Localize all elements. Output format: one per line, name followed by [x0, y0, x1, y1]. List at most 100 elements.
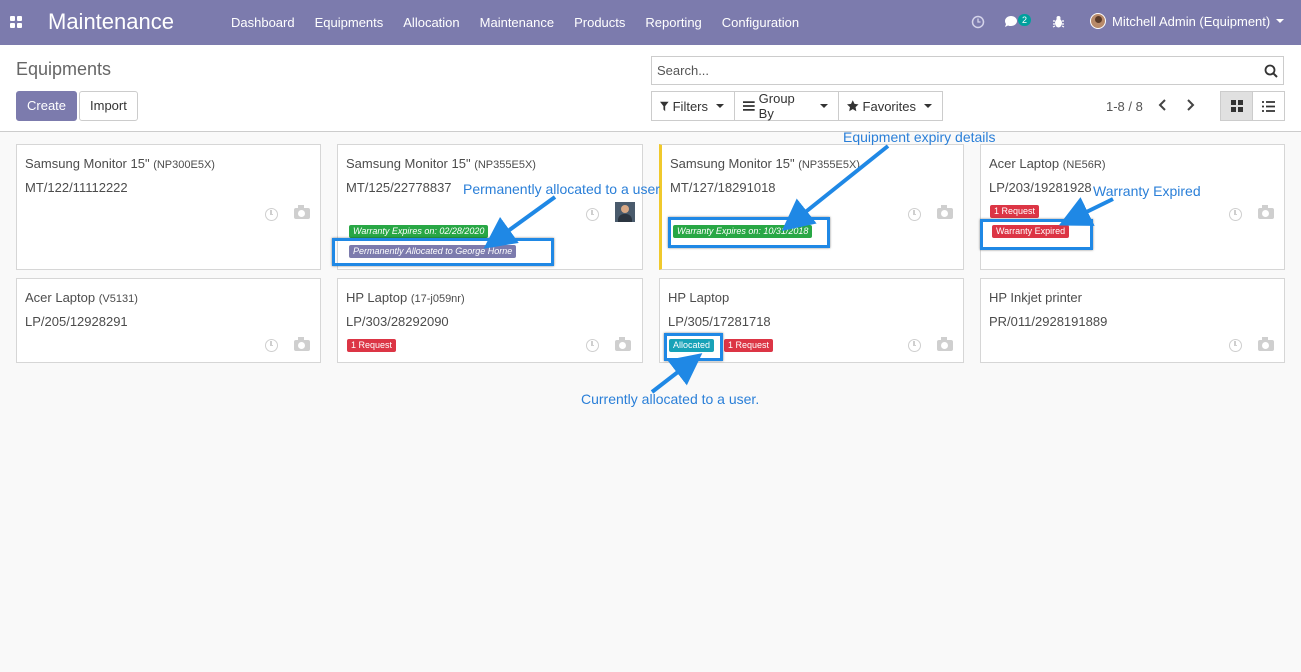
activity-clock-icon[interactable]	[586, 339, 599, 352]
camera-icon	[937, 205, 953, 219]
list-icon	[1262, 100, 1275, 112]
user-avatar	[1090, 13, 1106, 29]
equipment-card[interactable]: Acer Laptop (NE56R) LP/203/19281928 1 Re…	[980, 144, 1285, 270]
equipment-serial: LP/303/28292090	[346, 314, 449, 329]
request-count-tag: 1 Request	[724, 339, 774, 352]
groupby-label: Group By	[758, 91, 795, 121]
equipment-card[interactable]: Samsung Monitor 15" (NP355E5X) MT/127/18…	[659, 144, 964, 270]
chevron-down-icon	[1276, 19, 1285, 23]
activity-clock-icon[interactable]	[265, 208, 278, 221]
highlight-permanent-allocation	[332, 238, 554, 266]
filters-label: Filters	[672, 98, 708, 114]
equipment-card[interactable]: HP Inkjet printer PR/011/2928191889	[980, 278, 1285, 363]
main-menu: Dashboard Equipments Allocation Maintena…	[221, 0, 809, 45]
camera-icon	[615, 337, 631, 351]
equipment-model: (NP300E5X)	[153, 159, 215, 171]
highlight-allocated	[664, 333, 723, 361]
chevron-down-icon	[924, 104, 932, 108]
equipment-model: (NP355E5X)	[798, 159, 860, 171]
camera-icon	[1258, 337, 1274, 351]
menu-equipments[interactable]: Equipments	[305, 0, 394, 45]
warranty-tag: Warranty Expires on: 02/28/2020	[349, 225, 489, 238]
create-button[interactable]: Create	[16, 91, 78, 121]
search-input[interactable]	[652, 57, 1242, 84]
app-brand[interactable]: Maintenance	[48, 9, 174, 35]
camera-icon	[1258, 205, 1274, 219]
annotation-expiry: Equipment expiry details	[843, 129, 996, 145]
activity-clock-icon[interactable]	[1229, 339, 1242, 352]
chevron-down-icon	[820, 104, 828, 108]
breadcrumb: Equipments	[16, 59, 112, 79]
activity-clock-icon[interactable]	[908, 339, 921, 352]
favorites-label: Favorites	[862, 98, 916, 114]
menu-allocation[interactable]: Allocation	[393, 0, 469, 45]
pager-value[interactable]: 1-8 / 8	[1106, 99, 1143, 114]
equipment-model: (NE56R)	[1062, 159, 1106, 171]
activity-clock-icon[interactable]	[586, 208, 599, 221]
equipment-model: (V5131)	[98, 293, 138, 305]
equipment-name: HP Laptop (17-j059nr)	[346, 290, 465, 305]
equipment-serial: LP/205/12928291	[25, 314, 128, 329]
filter-icon	[660, 101, 669, 111]
search-icon[interactable]	[1264, 64, 1278, 78]
annotation-warranty-expired: Warranty Expired	[1093, 183, 1201, 199]
menu-reporting[interactable]: Reporting	[635, 0, 711, 45]
activity-clock-icon[interactable]	[908, 208, 921, 221]
user-menu[interactable]: Mitchell Admin (Equipment)	[1090, 13, 1285, 29]
chevron-down-icon	[716, 104, 724, 108]
annotation-permanent: Permanently allocated to a user	[463, 181, 660, 197]
camera-icon	[937, 337, 953, 351]
chevron-left-icon[interactable]	[1156, 97, 1170, 113]
equipment-name: HP Laptop	[668, 290, 730, 305]
equipment-name: Acer Laptop (V5131)	[25, 290, 138, 305]
annotation-current: Currently allocated to a user.	[581, 391, 760, 407]
equipment-name: Samsung Monitor 15" (NP355E5X)	[670, 156, 860, 171]
menu-dashboard[interactable]: Dashboard	[221, 0, 305, 45]
camera-icon	[294, 337, 310, 351]
request-count-tag: 1 Request	[347, 339, 397, 352]
filters-button[interactable]: Filters	[651, 91, 735, 121]
menu-products[interactable]: Products	[564, 0, 635, 45]
list-icon	[743, 101, 755, 111]
equipment-serial: MT/122/11112222	[25, 180, 128, 195]
groupby-button[interactable]: Group By	[734, 91, 839, 121]
favorites-button[interactable]: Favorites	[838, 91, 943, 121]
star-icon	[847, 100, 859, 112]
menu-configuration[interactable]: Configuration	[712, 0, 809, 45]
chevron-right-icon[interactable]	[1183, 97, 1197, 113]
highlight-warranty-expired	[980, 219, 1093, 250]
kanban-view-button[interactable]	[1220, 91, 1253, 121]
apps-icon[interactable]	[10, 16, 23, 29]
equipment-name: Acer Laptop (NE56R)	[989, 156, 1106, 171]
camera-icon	[294, 205, 310, 219]
control-panel: Equipments Create Import Filters Group B…	[0, 45, 1301, 132]
equipment-serial: LP/305/17281718	[668, 314, 771, 329]
message-count-badge: 2	[1018, 14, 1032, 26]
equipment-serial: MT/125/22778837	[346, 180, 452, 195]
bug-icon[interactable]	[1052, 15, 1065, 29]
search-bar	[651, 56, 1284, 85]
equipment-card[interactable]: HP Laptop (17-j059nr) LP/303/28292090 1 …	[337, 278, 643, 363]
grid-icon	[1230, 100, 1243, 112]
request-count-tag: 1 Request	[990, 205, 1040, 218]
user-name: Mitchell Admin (Equipment)	[1112, 13, 1271, 29]
activity-clock-icon[interactable]	[1229, 208, 1242, 221]
assigned-user-avatar	[615, 202, 635, 222]
highlight-expiry	[668, 217, 830, 248]
equipment-card[interactable]: Samsung Monitor 15" (NP300E5X) MT/122/11…	[16, 144, 321, 270]
equipment-name: Samsung Monitor 15" (NP300E5X)	[25, 156, 215, 171]
equipment-serial: LP/203/19281928	[989, 180, 1092, 195]
equipment-model: (17-j059nr)	[410, 293, 465, 305]
equipment-card[interactable]: Acer Laptop (V5131) LP/205/12928291	[16, 278, 321, 363]
equipment-serial: MT/127/18291018	[670, 180, 776, 195]
top-navbar: Maintenance Dashboard Equipments Allocat…	[0, 0, 1301, 45]
list-view-button[interactable]	[1252, 91, 1285, 121]
equipment-name: Samsung Monitor 15" (NP355E5X)	[346, 156, 536, 171]
equipment-serial: PR/011/2928191889	[989, 314, 1108, 329]
equipment-name: HP Inkjet printer	[989, 290, 1082, 305]
import-button[interactable]: Import	[79, 91, 138, 121]
activity-clock-icon[interactable]	[265, 339, 278, 352]
clock-icon[interactable]	[971, 15, 985, 29]
equipment-model: (NP355E5X)	[474, 159, 536, 171]
menu-maintenance[interactable]: Maintenance	[470, 0, 564, 45]
